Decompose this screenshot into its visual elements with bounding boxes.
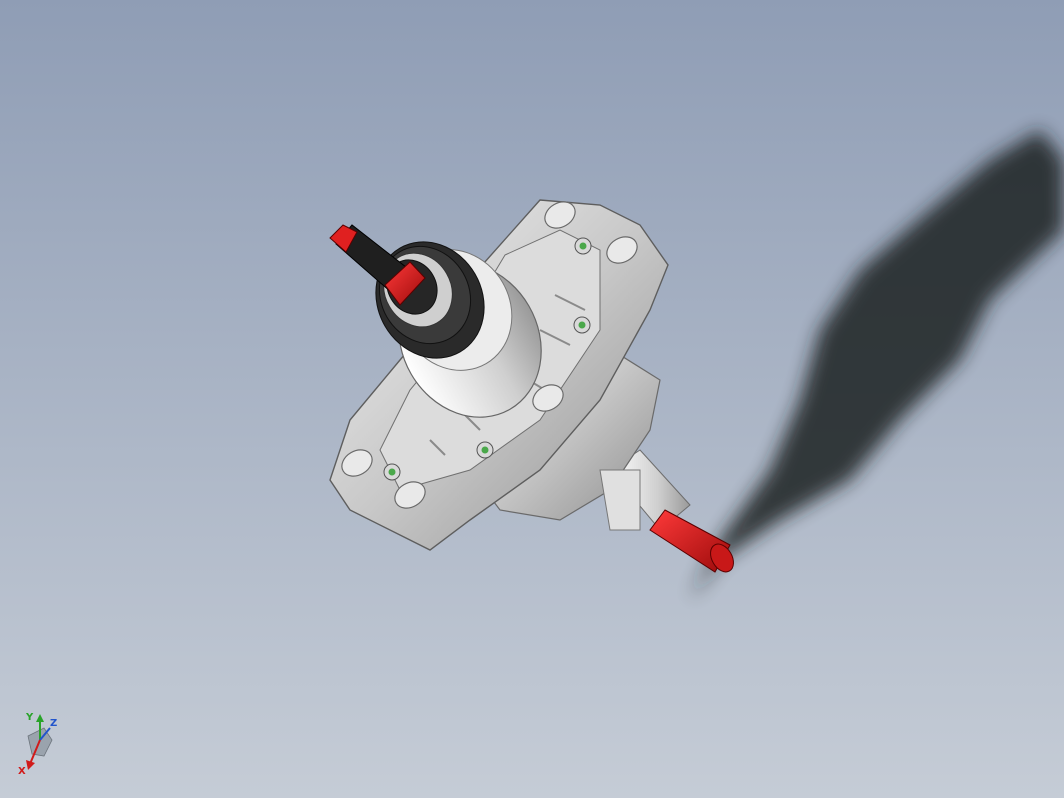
triad-y-arrow-icon [36,714,44,722]
triad-x-arrow-icon [26,760,35,770]
triad-y-label: Y [25,712,34,723]
orientation-triad[interactable]: Y Z X [14,708,70,778]
model-view[interactable] [0,0,1064,798]
triad-x-label: X [18,766,26,777]
triad-z-label: Z [50,718,57,729]
graphics-viewport[interactable]: Y Z X [0,0,1064,798]
